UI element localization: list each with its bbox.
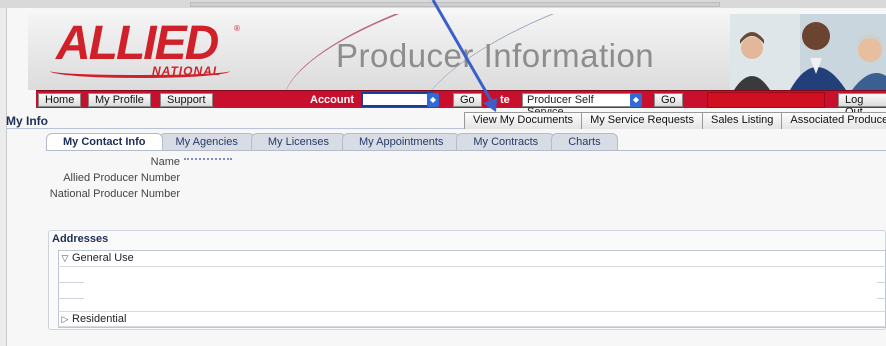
address-gap-line [58, 298, 84, 299]
allied-national-logo[interactable]: ALLIED NATIONAL ® [40, 18, 240, 82]
page-title: My Info [6, 114, 48, 128]
address-gap-line-right [877, 298, 886, 299]
site-go-button[interactable]: Go [654, 93, 683, 107]
address-gap-line [58, 282, 84, 283]
banner-title: Producer Information [336, 37, 655, 74]
info-tabs: My Contact Info My Agencies My Licenses … [46, 133, 618, 150]
tab-my-appointments[interactable]: My Appointments [342, 133, 461, 150]
tab-my-licenses[interactable]: My Licenses [250, 133, 347, 150]
tab-my-contracts[interactable]: My Contracts [456, 133, 556, 150]
tab-my-agencies[interactable]: My Agencies [158, 133, 255, 150]
nav-red-block [707, 92, 825, 108]
secondary-nav: View My Documents My Service Requests Sa… [464, 112, 886, 129]
account-dropdown-icon[interactable]: ◆ [427, 93, 439, 107]
main-nav-bar: Home My Profile Support Account ◆ Go te … [36, 90, 886, 118]
account-go-button[interactable]: Go [453, 93, 482, 107]
national-producer-number-label: National Producer Number [49, 188, 180, 200]
tab-charts[interactable]: Charts [551, 133, 618, 150]
site-dropdown-icon[interactable]: ◆ [630, 93, 642, 107]
collapse-triangle-icon[interactable]: ▷ [58, 312, 72, 327]
logo-sub-text: NATIONAL [152, 64, 222, 78]
account-label: Account [310, 94, 354, 106]
tab-baseline [46, 150, 886, 151]
account-input[interactable] [361, 92, 433, 107]
tab-my-contact-info[interactable]: My Contact Info [46, 133, 163, 150]
top-toolbar-bar [190, 2, 720, 7]
residential-label: Residential [72, 313, 127, 325]
logo-main-text: ALLIED [56, 17, 219, 70]
expand-triangle-icon[interactable]: ▽ [58, 251, 72, 266]
allied-producer-number-label: Allied Producer Number [63, 172, 180, 184]
window-top-strip [0, 0, 886, 8]
nav-home-button[interactable]: Home [38, 93, 82, 107]
logo-registered-mark: ® [234, 24, 240, 33]
title-divider [6, 128, 464, 129]
logout-button[interactable]: Log Out [838, 93, 886, 118]
residential-row[interactable]: ▷ Residential [58, 311, 886, 327]
site-select[interactable]: Producer Self Service [522, 93, 634, 118]
banner-people-photo [730, 14, 886, 90]
general-use-row[interactable]: ▽ General Use [58, 251, 886, 267]
general-use-label: General Use [72, 252, 134, 264]
site-label: te [500, 94, 510, 106]
name-label: Name [150, 156, 180, 168]
nav-support-button[interactable]: Support [160, 93, 213, 107]
subnav-my-service-requests[interactable]: My Service Requests [582, 112, 703, 129]
subnav-associated-producers[interactable]: Associated Producers [782, 112, 886, 129]
name-value-redacted [184, 158, 232, 162]
address-gap-line-right [877, 282, 886, 283]
addresses-title: Addresses [52, 233, 109, 245]
nav-my-profile-button[interactable]: My Profile [88, 93, 151, 107]
subnav-sales-listing[interactable]: Sales Listing [703, 112, 783, 129]
subnav-view-my-documents[interactable]: View My Documents [465, 112, 583, 129]
